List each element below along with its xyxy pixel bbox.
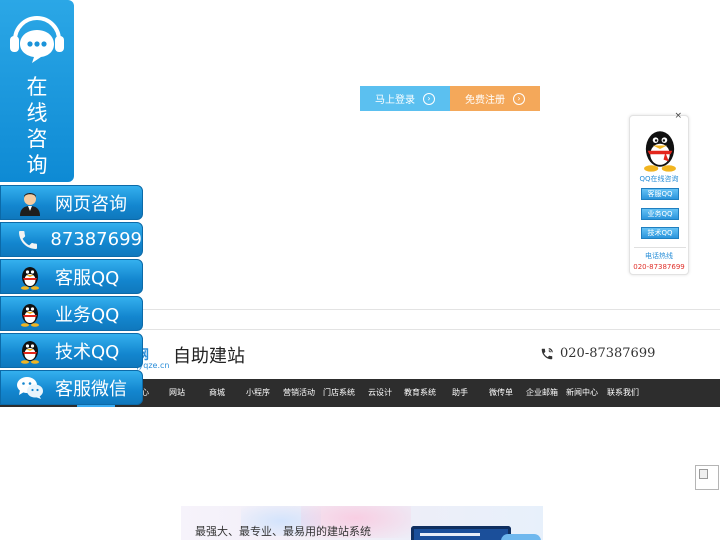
widget-tech-qq-button[interactable]: 技术QQ — [641, 227, 679, 239]
phone-label: 87387699 — [50, 229, 142, 250]
nav-item-website[interactable]: 网站 — [169, 379, 185, 407]
qq-penguin-icon — [15, 338, 45, 364]
cloud-illustration — [501, 534, 541, 540]
qq-online-widget: × QQ在线咨询 客服QQ 业务QQ 技术QQ 电话热线 020-8738769… — [629, 111, 689, 275]
header-phone-number: 020-87387699 — [560, 346, 656, 361]
login-button[interactable]: 马上登录 › — [360, 86, 450, 111]
business-qq-button[interactable]: 业务QQ — [0, 296, 143, 331]
web-consult-label: 网页咨询 — [55, 193, 127, 215]
nav-item-news[interactable]: 新闻中心 — [566, 379, 598, 407]
auth-bar: 马上登录 › 免费注册 › — [360, 86, 540, 111]
nav-item-email[interactable]: 企业邮箱 — [526, 379, 558, 407]
nav-item-education[interactable]: 教育系统 — [404, 379, 436, 407]
online-consult-panel[interactable]: 在 线 咨 询 — [0, 0, 74, 182]
online-consult-title: 在 线 咨 询 — [26, 75, 48, 177]
phone-button[interactable]: 87387699 — [0, 222, 143, 257]
widget-service-qq-button[interactable]: 客服QQ — [641, 188, 679, 200]
nav-item-cloud-design[interactable]: 云设计 — [368, 379, 392, 407]
web-consult-button[interactable]: 网页咨询 — [0, 185, 143, 220]
chevron-right-icon: › — [513, 92, 525, 105]
close-icon[interactable]: × — [674, 111, 682, 121]
service-qq-label: 客服QQ — [55, 267, 120, 289]
site-title: 自助建站 — [173, 346, 245, 367]
headset-chat-icon — [10, 16, 64, 63]
broken-image-icon[interactable] — [695, 465, 719, 490]
widget-business-qq-button[interactable]: 业务QQ — [641, 208, 679, 220]
business-qq-label: 业务QQ — [55, 304, 120, 326]
hotline-number: 020-87387699 — [633, 263, 685, 271]
nav-item-miniprogram[interactable]: 小程序 — [246, 379, 270, 407]
page: 马上登录 › 免费注册 › 企业网 www.qyqze.cn 自助建站 020-… — [0, 0, 720, 540]
service-wechat-label: 客服微信 — [55, 378, 127, 400]
agent-icon — [15, 190, 45, 216]
banner-tagline: 最强大、最专业、最易用的建站系统 — [195, 525, 371, 538]
qq-penguin-icon — [15, 264, 45, 290]
qq-widget-title: QQ在线咨询 — [639, 175, 679, 183]
service-wechat-button[interactable]: 客服微信 — [0, 370, 143, 405]
wechat-icon — [15, 375, 45, 401]
monitor-illustration — [411, 526, 511, 540]
qq-penguin-icon — [15, 301, 45, 327]
register-button[interactable]: 免费注册 › — [450, 86, 540, 111]
login-label: 马上登录 — [375, 95, 415, 106]
nav-item-marketing[interactable]: 营销活动 — [283, 379, 315, 407]
nav-item-store[interactable]: 门店系统 — [323, 379, 355, 407]
phone-icon — [15, 227, 40, 253]
hotline-label: 电话热线 — [645, 252, 673, 260]
header-phone: 020-87387699 — [540, 346, 655, 361]
tech-qq-label: 技术QQ — [55, 341, 120, 363]
nav-item-assistant[interactable]: 助手 — [452, 379, 468, 407]
register-label: 免费注册 — [465, 95, 505, 106]
nav-item-contact[interactable]: 联系我们 — [607, 379, 639, 407]
chevron-right-icon: › — [423, 92, 435, 105]
tech-qq-button[interactable]: 技术QQ — [0, 333, 143, 368]
nav-item-flyer[interactable]: 微传单 — [489, 379, 513, 407]
service-qq-button[interactable]: 客服QQ — [0, 259, 143, 294]
hero-banner[interactable]: 最强大、最专业、最易用的建站系统 — [181, 506, 543, 540]
qq-penguin-icon — [644, 131, 676, 172]
nav-item-mall[interactable]: 商城 — [209, 379, 225, 407]
divider — [634, 247, 686, 248]
phone-icon — [541, 347, 553, 359]
